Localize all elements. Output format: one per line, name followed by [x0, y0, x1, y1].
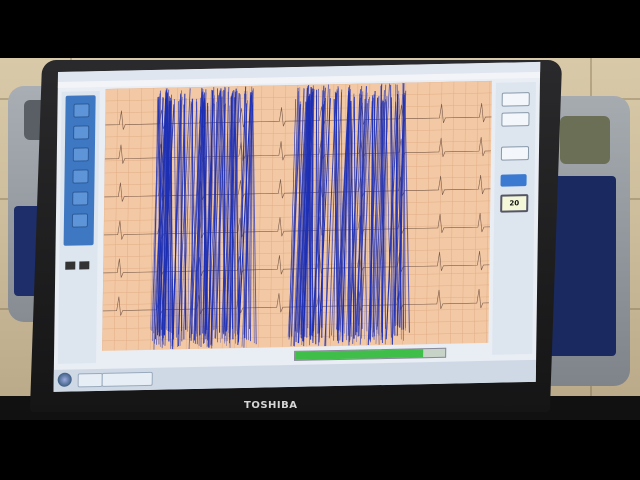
tool-button[interactable] — [71, 213, 89, 228]
start-button-icon[interactable] — [57, 372, 72, 387]
tool-strip — [63, 95, 96, 246]
selected-control-button[interactable] — [500, 174, 527, 187]
taskbar-icon[interactable] — [77, 372, 103, 388]
device-icon — [65, 261, 76, 270]
ecg-chart-area — [102, 80, 492, 351]
tool-button[interactable] — [72, 147, 89, 162]
letterbox-bottom — [0, 420, 640, 480]
laptop-screen: 20 — [53, 61, 541, 392]
laptop-brand-logo: TOSHIBA — [244, 400, 298, 411]
photo-scene: 20 TOSHIBA — [0, 0, 640, 480]
ecg-grid-line — [450, 81, 455, 344]
ecg-grid-line — [269, 85, 275, 348]
ecg-grid-line — [426, 82, 431, 345]
ecg-grid-line — [486, 80, 491, 343]
ecg-grid-line — [125, 88, 131, 351]
left-toolbar-panel — [57, 91, 100, 364]
tool-button[interactable] — [72, 169, 89, 184]
ecg-grid-line — [414, 82, 419, 345]
control-button[interactable] — [501, 92, 530, 107]
control-button[interactable] — [501, 112, 530, 127]
tool-button[interactable] — [73, 125, 90, 140]
ecg-traces — [102, 80, 492, 351]
value-box: 20 — [500, 194, 529, 213]
device-icon — [79, 261, 90, 270]
ecg-grid-line — [462, 81, 467, 344]
progress-bar — [294, 347, 447, 361]
ecg-grid-line — [137, 88, 143, 351]
ecg-grid-line — [113, 88, 119, 351]
letterbox-top — [0, 0, 640, 58]
right-control-panel: 20 — [492, 81, 536, 355]
ecg-grid-line — [257, 85, 263, 348]
progress-fill — [295, 349, 423, 360]
tool-button[interactable] — [73, 103, 90, 118]
ecg-grid-line — [102, 88, 107, 351]
taskbar-item[interactable] — [101, 371, 153, 387]
tool-button[interactable] — [72, 191, 89, 206]
control-button[interactable] — [500, 146, 530, 161]
ecg-grid-line — [474, 81, 479, 344]
